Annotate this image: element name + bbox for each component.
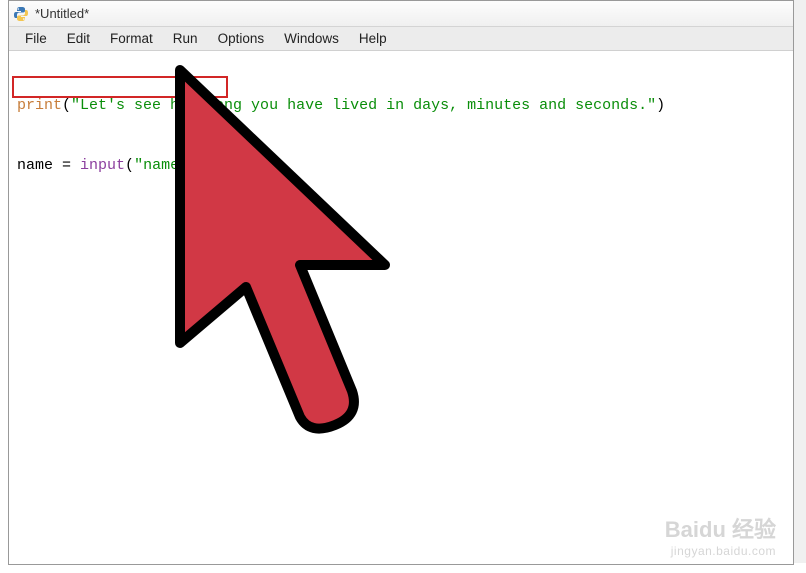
vertical-scrollbar-gutter[interactable]	[794, 0, 806, 563]
menu-help[interactable]: Help	[349, 29, 397, 48]
menu-options[interactable]: Options	[208, 29, 275, 48]
menu-edit[interactable]: Edit	[57, 29, 100, 48]
token-paren-open: (	[62, 97, 71, 114]
watermark-sub-text: jingyan.baidu.com	[665, 544, 776, 558]
watermark-main-text: Baidu 经验	[665, 517, 776, 543]
window-title: *Untitled*	[35, 6, 89, 21]
title-bar: *Untitled*	[9, 1, 793, 27]
token-paren-open: (	[125, 157, 134, 174]
token-operator: =	[53, 157, 80, 174]
menu-run[interactable]: Run	[163, 29, 208, 48]
menu-file[interactable]: File	[15, 29, 57, 48]
watermark: Baidu 经验 jingyan.baidu.com	[665, 517, 776, 558]
token-paren-close: )	[656, 97, 665, 114]
menu-bar: File Edit Format Run Options Windows Hel…	[9, 27, 793, 51]
menu-format[interactable]: Format	[100, 29, 163, 48]
annotation-arrow-cursor-icon	[160, 65, 420, 435]
python-idle-icon	[13, 6, 29, 22]
token-function: print	[17, 97, 62, 114]
token-builtin: input	[80, 157, 125, 174]
menu-windows[interactable]: Windows	[274, 29, 349, 48]
token-identifier: name	[17, 157, 53, 174]
